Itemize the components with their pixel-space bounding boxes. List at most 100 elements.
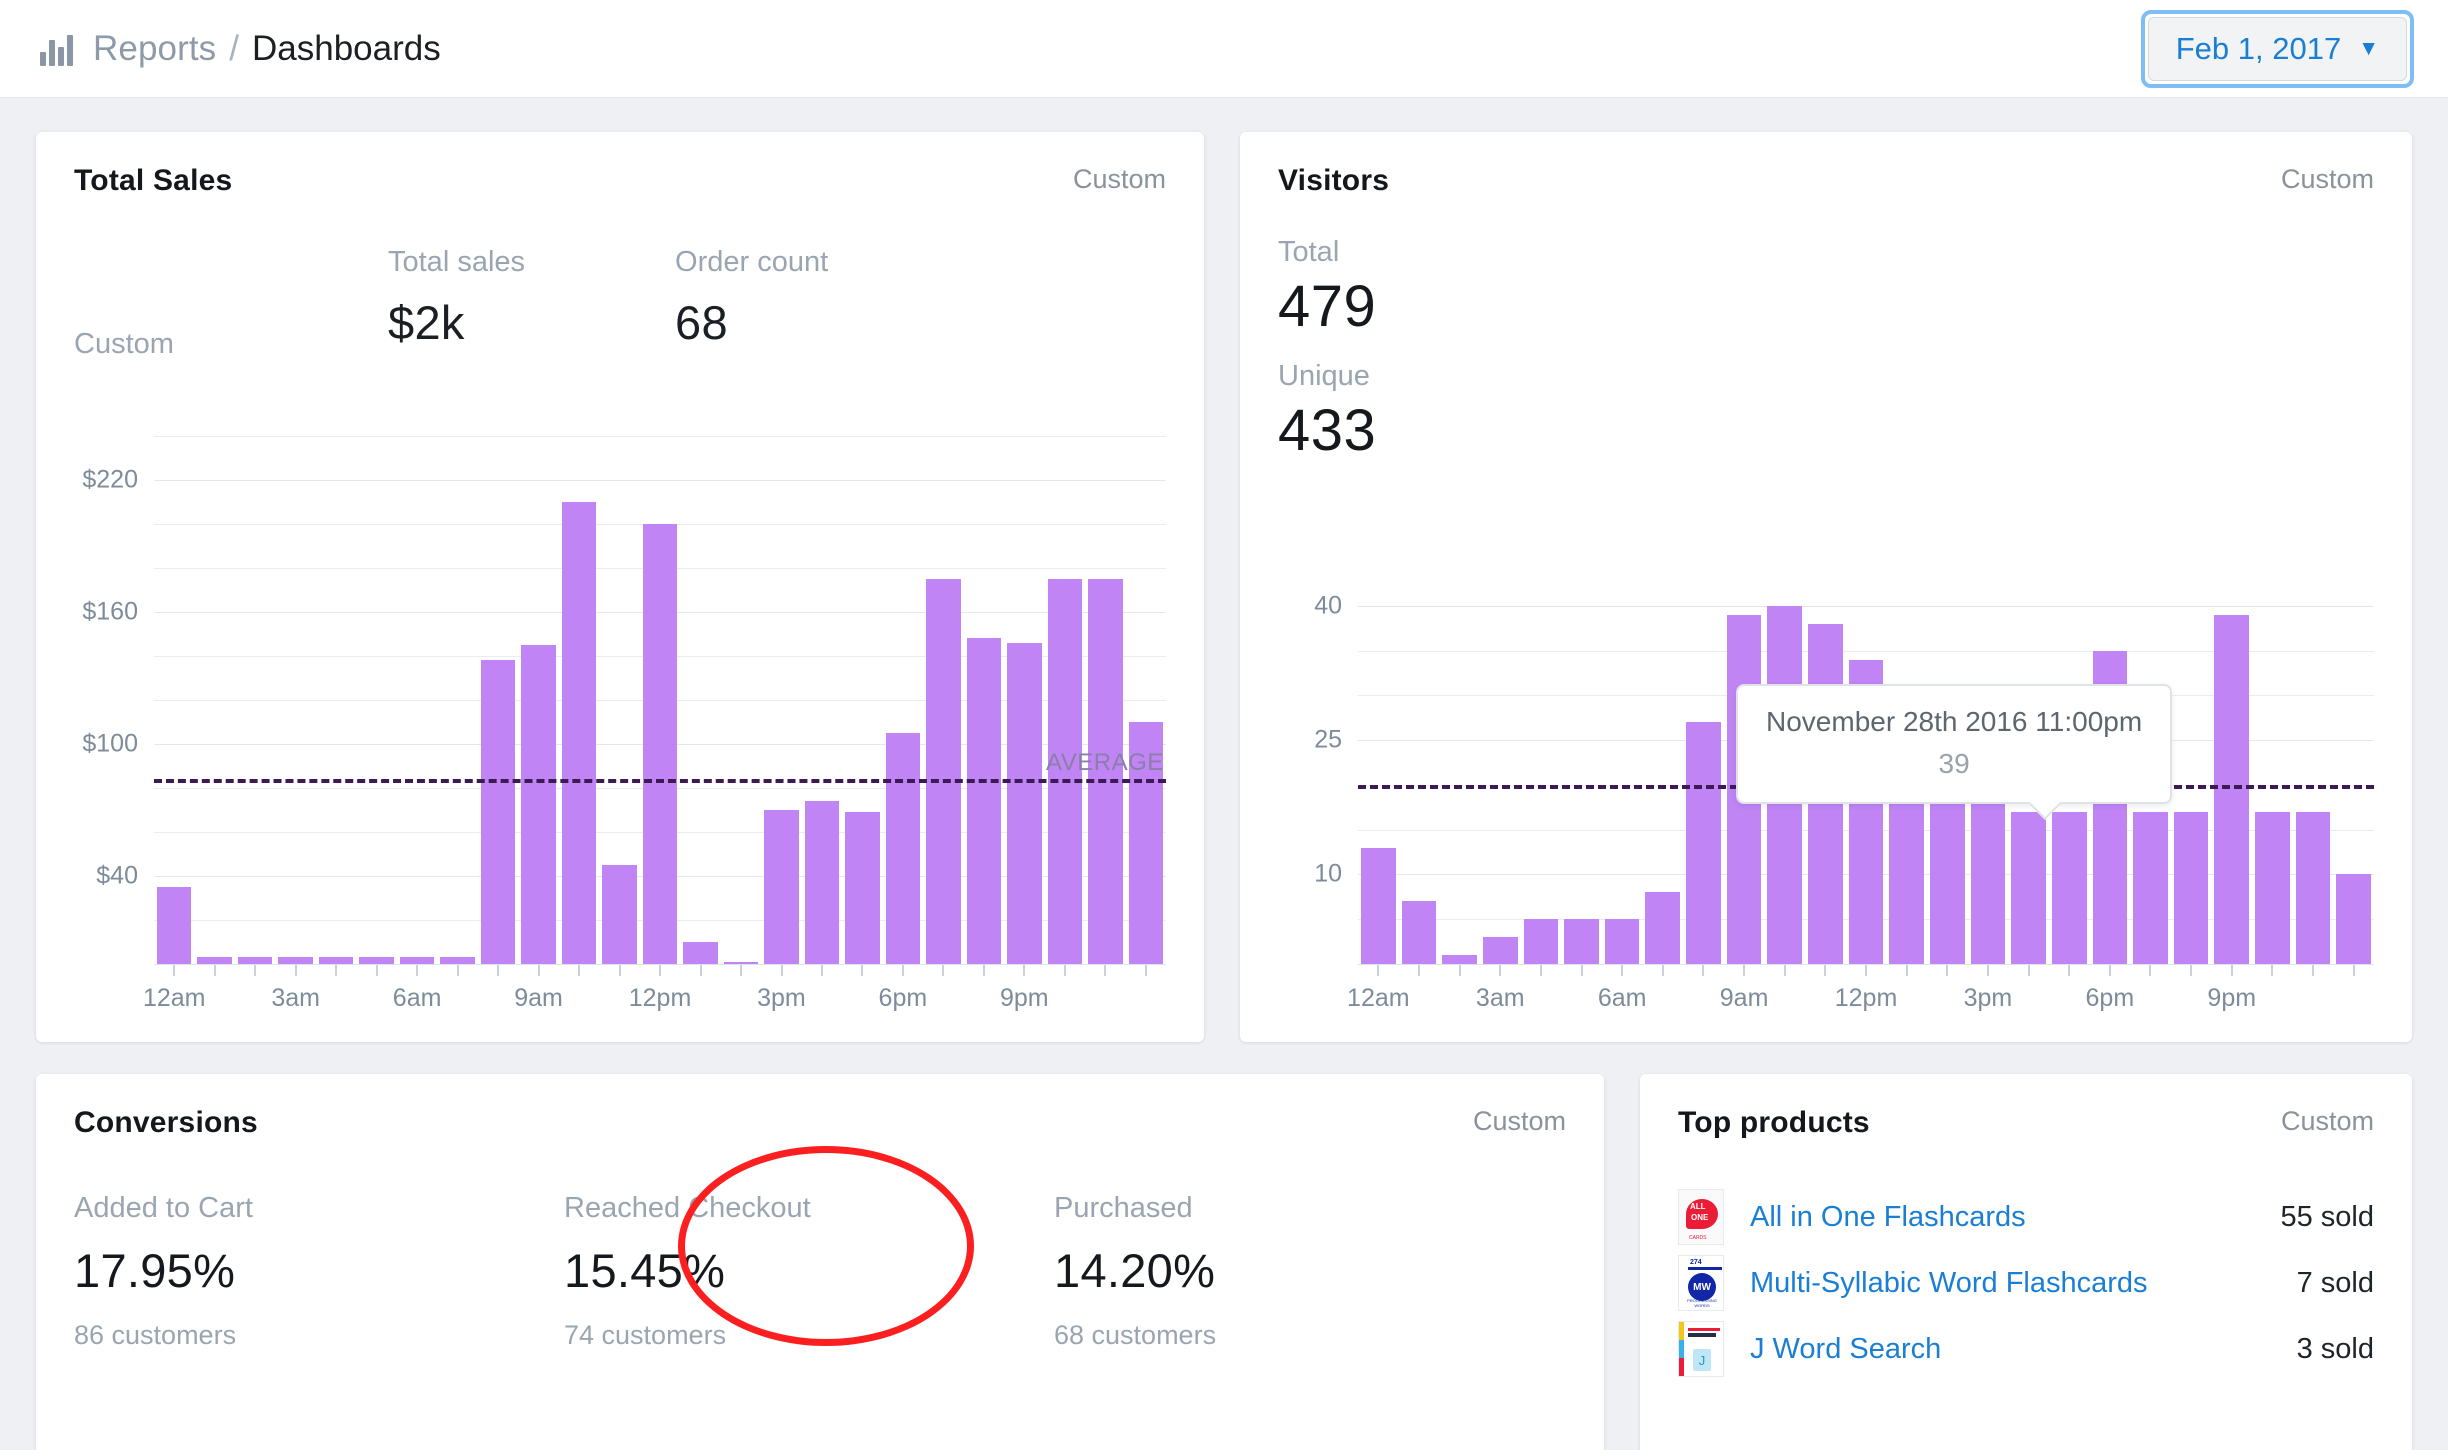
- conversions-range-label[interactable]: Custom: [1473, 1106, 1566, 1137]
- metric-added-to-cart: Added to Cart 17.95% 86 customers: [74, 1192, 564, 1351]
- card-conversions: Conversions Custom Added to Cart 17.95% …: [36, 1074, 1604, 1450]
- conversions-title: Conversions: [74, 1106, 258, 1139]
- bar[interactable]: [966, 638, 1002, 964]
- metric-purchased-sub: 68 customers: [1054, 1320, 1217, 1350]
- bar[interactable]: [885, 733, 921, 964]
- bar[interactable]: [1686, 722, 1721, 964]
- bar[interactable]: [1645, 892, 1681, 964]
- total-sales-chart[interactable]: $40 $100 $160 $220 AVERAGE 12am 3am 6am 9am 12pm 3…: [36, 350, 1204, 1042]
- breadcrumb-reports[interactable]: Reports: [93, 29, 216, 69]
- metric-added-to-cart-sub: 86 customers: [74, 1320, 237, 1350]
- product-sold-j-word-search: 3 sold: [2296, 1332, 2374, 1365]
- breadcrumb-separator: /: [229, 28, 239, 68]
- bar[interactable]: [642, 524, 678, 964]
- x-axis-tick-label: 6am: [392, 984, 442, 1012]
- metric-added-to-cart-value: 17.95%: [74, 1244, 236, 1297]
- bar[interactable]: [2214, 614, 2250, 964]
- stat-order-count-value: 68: [675, 296, 728, 349]
- bar[interactable]: [157, 887, 192, 964]
- x-axis-ticks: [1358, 965, 2374, 976]
- stat-order-count-label: Order count: [675, 246, 829, 278]
- tooltip-title: November 28th 2016 11:00pm: [1766, 706, 2143, 737]
- page-title: Dashboards: [252, 28, 441, 68]
- bar[interactable]: [521, 645, 556, 964]
- list-item[interactable]: ALL ONE CARDS All in One Flashcards 55 sol…: [1678, 1184, 2374, 1250]
- y-axis-tick-label: $160: [82, 597, 138, 626]
- visitors-total-label: Total: [1278, 236, 1340, 268]
- bar[interactable]: [764, 810, 799, 964]
- stat-total-sales-label: Total sales: [388, 246, 526, 278]
- y-axis-tick-label: $40: [96, 861, 138, 890]
- date-picker-button[interactable]: Feb 1, 2017 ▼: [2147, 16, 2407, 81]
- bar[interactable]: [2336, 874, 2372, 964]
- stat-total-sales: Total sales $2k: [388, 246, 525, 350]
- product-link-all-in-one-flashcards[interactable]: All in One Flashcards: [1750, 1201, 2280, 1234]
- list-item[interactable]: 274 MW FOR PROGRESSING WORDS Multi-Syllabi…: [1678, 1250, 2374, 1316]
- stat-total-sales-value: $2k: [388, 296, 465, 349]
- dashboard-grid: Total Sales Custom Custom Total sales $2…: [0, 98, 2448, 1450]
- y-axis-tick-label: 40: [1314, 591, 1342, 620]
- bar[interactable]: [1564, 919, 1599, 964]
- bar[interactable]: [1523, 919, 1559, 964]
- bar[interactable]: [683, 942, 718, 964]
- stat-order-count: Order count 68: [675, 246, 828, 350]
- bar[interactable]: [359, 957, 394, 964]
- x-axis-tick-label: 9am: [1719, 984, 1769, 1012]
- conversions-metrics: Added to Cart 17.95% 86 customers Reache…: [36, 1140, 1604, 1351]
- x-axis-tick-label: 6pm: [2085, 984, 2135, 1012]
- bar[interactable]: [2011, 811, 2046, 964]
- visitors-range-label[interactable]: Custom: [2281, 164, 2374, 195]
- bar[interactable]: [1442, 955, 1477, 964]
- total-sales-range-label[interactable]: Custom: [1073, 164, 1166, 195]
- bar[interactable]: [278, 957, 313, 964]
- bar[interactable]: [2133, 811, 2168, 964]
- bar[interactable]: [2051, 811, 2087, 964]
- bar[interactable]: [1604, 919, 1640, 964]
- metric-purchased: Purchased 14.20% 68 customers: [1054, 1192, 1474, 1351]
- metric-purchased-label: Purchased: [1054, 1192, 1193, 1224]
- bar[interactable]: [2255, 811, 2290, 964]
- x-axis-tick-label: 6am: [1597, 984, 1647, 1012]
- card-top-products: Top products Custom ALL ONE CARDS All in O…: [1640, 1074, 2412, 1450]
- bar[interactable]: [845, 812, 880, 964]
- date-picker-value: Feb 1, 2017: [2175, 30, 2342, 66]
- x-axis-tick-label: 3pm: [1963, 984, 2013, 1012]
- x-axis-tick-label: 12pm: [628, 984, 692, 1012]
- multi-syllabic-word-flashcards-thumbnail-icon: 274 MW FOR PROGRESSING WORDS: [1678, 1255, 1724, 1311]
- product-link-multi-syllabic-word-flashcards[interactable]: Multi-Syllabic Word Flashcards: [1750, 1267, 2297, 1300]
- bar[interactable]: [1361, 847, 1396, 964]
- bar[interactable]: [1970, 784, 2006, 964]
- bar[interactable]: [197, 957, 232, 964]
- bar[interactable]: [602, 865, 637, 964]
- bar[interactable]: [1007, 642, 1042, 964]
- bar[interactable]: [2295, 811, 2331, 964]
- bar[interactable]: [399, 957, 435, 964]
- bar[interactable]: [2173, 811, 2209, 964]
- dashboard-page: Reports / Dashboards Feb 1, 2017 ▼ Total…: [0, 0, 2448, 1450]
- bar[interactable]: [480, 660, 516, 964]
- top-products-range-label[interactable]: Custom: [2281, 1106, 2374, 1137]
- product-link-j-word-search[interactable]: J Word Search: [1750, 1333, 2297, 1366]
- bar-chart-icon: [40, 32, 73, 66]
- dashboard-row-bottom: Conversions Custom Added to Cart 17.95% …: [36, 1074, 2412, 1450]
- bar[interactable]: [561, 502, 597, 964]
- total-sales-stats: Custom Total sales $2k Order count 68: [36, 198, 1204, 360]
- bar[interactable]: [926, 579, 961, 964]
- card-visitors: Visitors Custom Total 479 Unique 433 10 2…: [1240, 132, 2412, 1042]
- bar[interactable]: [1482, 937, 1518, 964]
- x-axis-tick-label: 9pm: [999, 984, 1049, 1012]
- x-axis-tick-label: 6pm: [878, 984, 928, 1012]
- bar[interactable]: [237, 957, 273, 964]
- y-axis-tick-label: $220: [82, 465, 138, 494]
- top-products-list: ALL ONE CARDS All in One Flashcards 55 sol…: [1640, 1140, 2412, 1382]
- average-line: [154, 779, 1166, 784]
- top-products-header: Top products Custom: [1640, 1074, 2412, 1140]
- j-word-search-thumbnail-icon: J: [1678, 1321, 1724, 1377]
- bar[interactable]: [440, 957, 475, 964]
- bar[interactable]: [318, 957, 354, 964]
- top-products-title: Top products: [1678, 1106, 1870, 1139]
- list-item[interactable]: J J Word Search 3 sold: [1678, 1316, 2374, 1382]
- x-axis-tick-label: 3pm: [757, 984, 806, 1012]
- bar[interactable]: [1401, 901, 1437, 964]
- bar[interactable]: [804, 801, 840, 964]
